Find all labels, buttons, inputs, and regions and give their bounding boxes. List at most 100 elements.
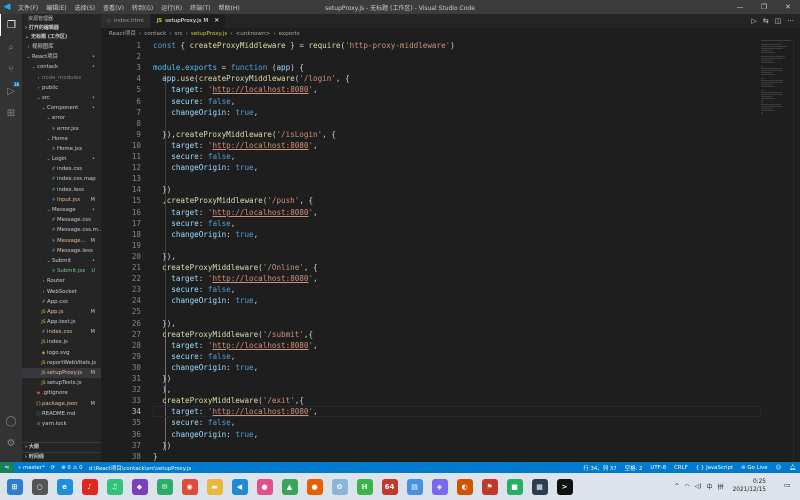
ime-indicator[interactable]: 中 xyxy=(707,482,713,491)
maximize-button[interactable]: ❐ xyxy=(752,0,776,14)
code-line[interactable]: 36 changeOrigin: true, xyxy=(101,429,761,440)
timeline-section[interactable]: › 时间线 xyxy=(22,452,101,462)
app-icon-4[interactable]: ✿ xyxy=(331,478,348,495)
sync-icon[interactable]: ⟳ xyxy=(51,465,56,471)
code-line[interactable]: 8 xyxy=(101,118,761,129)
menu-item[interactable]: 查看(V) xyxy=(99,3,128,12)
app-icon-9[interactable]: ⚑ xyxy=(481,478,498,495)
run-icon[interactable]: ▷ xyxy=(751,17,756,25)
language-mode[interactable]: { } JavaScript xyxy=(696,465,733,471)
explorer-icon[interactable]: ❐ xyxy=(0,14,22,36)
code-line[interactable]: 31 }) xyxy=(101,373,761,384)
tree-item[interactable]: › WebSocket xyxy=(22,287,101,297)
code-line[interactable]: 35 secure: false, xyxy=(101,417,761,428)
cursor-position[interactable]: 行 34，列 37 xyxy=(583,464,616,472)
tray-chevron-icon[interactable]: ^ xyxy=(674,483,679,490)
app-icon-6[interactable]: ▤ xyxy=(406,478,423,495)
split-editor-icon[interactable]: ◫ xyxy=(775,17,782,25)
breadcrumb-item[interactable]: exports xyxy=(279,28,300,40)
tree-item[interactable]: ⌄ src • xyxy=(22,93,101,103)
remote-icon[interactable]: ⇋ xyxy=(0,462,14,473)
app-icon-3[interactable]: ▲ xyxy=(281,478,298,495)
tree-item[interactable]: ⚛Home.jsx xyxy=(22,144,101,154)
tree-item[interactable]: JSreportWebVitals.js xyxy=(22,358,101,368)
code-line[interactable]: 22 target: 'http://localhost:8080', xyxy=(101,273,761,284)
tree-item[interactable]: ⌄ Message • xyxy=(22,205,101,215)
code-line[interactable]: 5 target: 'http://localhost:8080', xyxy=(101,84,761,95)
menu-item[interactable]: 编辑(E) xyxy=(42,3,70,12)
breadcrumb-item[interactable]: <unknown> xyxy=(236,28,271,40)
code-line[interactable]: 32 ), xyxy=(101,384,761,395)
clock[interactable]: 0:25 2021/12/15 xyxy=(733,479,766,494)
menu-item[interactable]: 转到(G) xyxy=(128,3,157,12)
hbuilder-icon[interactable]: H xyxy=(356,478,373,495)
compare-icon[interactable]: ⇆ xyxy=(763,17,769,25)
app-icon-10[interactable]: ■ xyxy=(506,478,523,495)
app-icon-2[interactable]: ● xyxy=(256,478,273,495)
tree-item[interactable]: ⚛Submit.jsx U xyxy=(22,266,101,276)
search-icon[interactable]: ○ xyxy=(31,478,48,495)
extensions-icon[interactable]: ⊞ xyxy=(0,102,22,124)
editor-scrollbar[interactable] xyxy=(793,40,800,462)
wifi-icon[interactable]: ◠ xyxy=(684,483,689,490)
minimize-button[interactable]: — xyxy=(728,0,752,14)
code-line[interactable]: 27 createProxyMiddleware('/submit',{ xyxy=(101,329,761,340)
ime-mode-indicator[interactable]: 拼 xyxy=(718,482,724,491)
code-line[interactable]: 6 secure: false, xyxy=(101,96,761,107)
menu-item[interactable]: 选择(S) xyxy=(71,3,100,12)
encoding[interactable]: UTF-8 xyxy=(650,465,666,471)
code-line[interactable]: 10 target: 'http://localhost:8080', xyxy=(101,140,761,151)
go-live-button[interactable]: ⊚ Go Live xyxy=(741,465,767,471)
wechat-icon[interactable]: ✉ xyxy=(156,478,173,495)
code-line[interactable]: 34 target: 'http://localhost:8080', xyxy=(101,406,761,417)
tab-setupproxy-js[interactable]: JS setupProxy.js M ✕ xyxy=(150,14,227,28)
breadcrumb-item[interactable]: contack xyxy=(144,28,166,40)
code-line[interactable]: 17 secure: false, xyxy=(101,218,761,229)
code-line[interactable]: 12 changeOrigin: true, xyxy=(101,162,761,173)
tree-item[interactable]: ≡ yarn.lock xyxy=(22,419,101,429)
chrome-icon[interactable]: ◉ xyxy=(181,478,198,495)
code-line[interactable]: 16 target: 'http://localhost:8080', xyxy=(101,207,761,218)
tree-item[interactable]: JSApp.test.js xyxy=(22,317,101,327)
code-line[interactable]: 7 changeOrigin: true, xyxy=(101,107,761,118)
tree-item[interactable]: JSsetupProxy.js M xyxy=(22,368,101,379)
close-button[interactable]: ✕ xyxy=(776,0,800,14)
volume-icon[interactable]: ◁) xyxy=(695,483,702,490)
tree-item[interactable]: › node_modules xyxy=(22,73,101,83)
code-line[interactable]: 28 target: 'http://localhost:8080', xyxy=(101,340,761,351)
code-line[interactable]: 33 createProxyMiddleware('/exit',{ xyxy=(101,395,761,406)
qq-music-icon[interactable]: ♫ xyxy=(106,478,123,495)
code-editor[interactable]: 1 const { createProxyMiddleware } = requi… xyxy=(101,40,761,462)
tree-item[interactable]: › Router xyxy=(22,276,101,286)
tree-item[interactable]: {}package.json M xyxy=(22,399,101,409)
tree-item[interactable]: # Message.less xyxy=(22,246,101,256)
action-center-icon[interactable]: ▭ xyxy=(784,481,794,491)
vscode-icon[interactable]: ◀ xyxy=(231,478,248,495)
indentation[interactable]: 空格: 2 xyxy=(625,464,643,472)
tree-item[interactable]: JSApp.js M xyxy=(22,307,101,317)
tree-item[interactable]: ⌄ Component • xyxy=(22,103,101,113)
code-line[interactable]: 11 secure: false, xyxy=(101,151,761,162)
breadcrumb-item[interactable]: React项目 xyxy=(109,28,136,40)
code-line[interactable]: 19 xyxy=(101,240,761,251)
tree-item[interactable]: ⌄ Login • xyxy=(22,154,101,164)
tree-item[interactable]: # App.css xyxy=(22,297,101,307)
source-control-icon[interactable]: ⑂ xyxy=(0,58,22,80)
tree-item[interactable]: ⚛Input.jsx M xyxy=(22,195,101,205)
tree-item[interactable]: # index.css M xyxy=(22,327,101,337)
tree-item[interactable]: ◆ .gitignore xyxy=(22,388,101,398)
code-line[interactable]: 21 createProxyMiddleware('/Online', { xyxy=(101,262,761,273)
code-line[interactable]: 30 changeOrigin: true, xyxy=(101,362,761,373)
breadcrumb-item[interactable]: setupProxy.js xyxy=(191,28,227,40)
menu-item[interactable]: 文件(F) xyxy=(14,3,42,12)
tree-item[interactable]: ⓘREADME.md xyxy=(22,409,101,419)
code-line[interactable]: 24 changeOrigin: true, xyxy=(101,295,761,306)
code-line[interactable]: 9 }),createProxyMiddleware('/isLogin', { xyxy=(101,129,761,140)
tree-item[interactable]: ⌄ Home xyxy=(22,134,101,144)
tree-item[interactable]: ⚛Message... M xyxy=(22,236,101,246)
app-icon-11[interactable]: ▦ xyxy=(531,478,548,495)
folder-icon[interactable]: ▬ xyxy=(206,478,223,495)
code-line[interactable]: 20 }), xyxy=(101,251,761,262)
app-icon-7[interactable]: ◈ xyxy=(431,478,448,495)
code-line[interactable]: 4 app.use(createProxyMiddleware('/login'… xyxy=(101,73,761,84)
